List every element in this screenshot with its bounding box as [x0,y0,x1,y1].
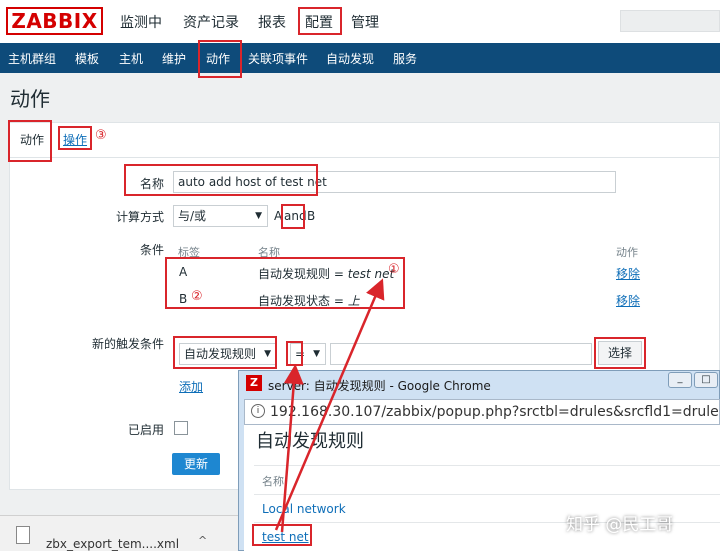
conditions-label: 条件 [139,243,164,257]
popup-title: server: 自动发现规则 - Google Chrome [268,379,491,393]
download-filename[interactable]: zbx_export_tem....xml [46,537,179,551]
chevron-down-icon: ▼ [255,211,262,221]
zabbix-icon: Z [246,375,262,391]
calc-expr-b: B [307,209,316,223]
highlight-configuration [298,7,342,35]
chevron-down-icon: ▼ [313,349,320,359]
add-condition-link[interactable]: 添加 [179,378,203,395]
new-condition-label: 新的触发条件 [91,337,164,351]
popup-url[interactable]: 192.168.30.107/zabbix/popup.php?srctbl=d… [270,404,720,420]
file-icon [16,526,30,544]
highlight-and [281,204,305,229]
minimize-icon[interactable]: _ [668,372,692,388]
update-button[interactable]: 更新 [172,453,220,475]
enabled-label: 已启用 [127,423,164,437]
menu-administration[interactable]: 管理 [351,12,379,32]
nav-correlation[interactable]: 关联项事件 [248,50,308,67]
highlight-operator [286,341,303,366]
popup-heading: 自动发现规则 [256,431,364,452]
calc-select-value: 与/或 [178,209,207,223]
nav-maintenance[interactable]: 维护 [162,50,186,67]
calc-label: 计算方式 [115,210,164,224]
remove-condition-a[interactable]: 移除 [616,265,640,282]
highlight-actions [198,40,242,78]
page-title: 动作 [10,87,50,111]
watermark: 知乎 @民工哥 [566,515,674,535]
maximize-icon[interactable]: □ [694,372,718,388]
menu-reports[interactable]: 报表 [258,12,286,32]
info-icon[interactable]: i [251,404,265,418]
highlight-condition-type [173,336,277,369]
discovery-rule-input[interactable] [330,343,592,365]
window-controls: _ □ [668,372,720,389]
nav-host-groups[interactable]: 主机群组 [8,50,56,67]
popup-column-name: 名称 [262,475,284,488]
nav-discovery[interactable]: 自动发现 [326,50,374,67]
popup-row-local-network[interactable]: Local network [262,502,346,516]
search-input[interactable] [620,10,720,32]
highlight-tab-operations [58,126,92,150]
zabbix-logo[interactable]: ZABBIX [6,7,103,35]
nav-templates[interactable]: 模板 [75,50,99,67]
highlight-tab-action [8,120,52,162]
highlight-select [594,337,646,369]
highlight-test-net [252,524,312,546]
tab-divider [10,157,720,158]
calc-select[interactable]: 与/或 ▼ [173,205,268,227]
highlight-name [124,164,318,196]
chevron-up-icon[interactable]: ^ [198,534,207,547]
menu-monitoring[interactable]: 监测中 [120,12,162,32]
nav-services[interactable]: 服务 [393,50,417,67]
enabled-checkbox[interactable] [174,421,188,435]
remove-condition-b[interactable]: 移除 [616,292,640,309]
conditions-header-action: 动作 [616,246,638,259]
menu-inventory[interactable]: 资产记录 [183,12,239,32]
annotation-3: ③ [95,128,107,143]
highlight-conditions [165,257,405,309]
nav-hosts[interactable]: 主机 [119,50,143,67]
